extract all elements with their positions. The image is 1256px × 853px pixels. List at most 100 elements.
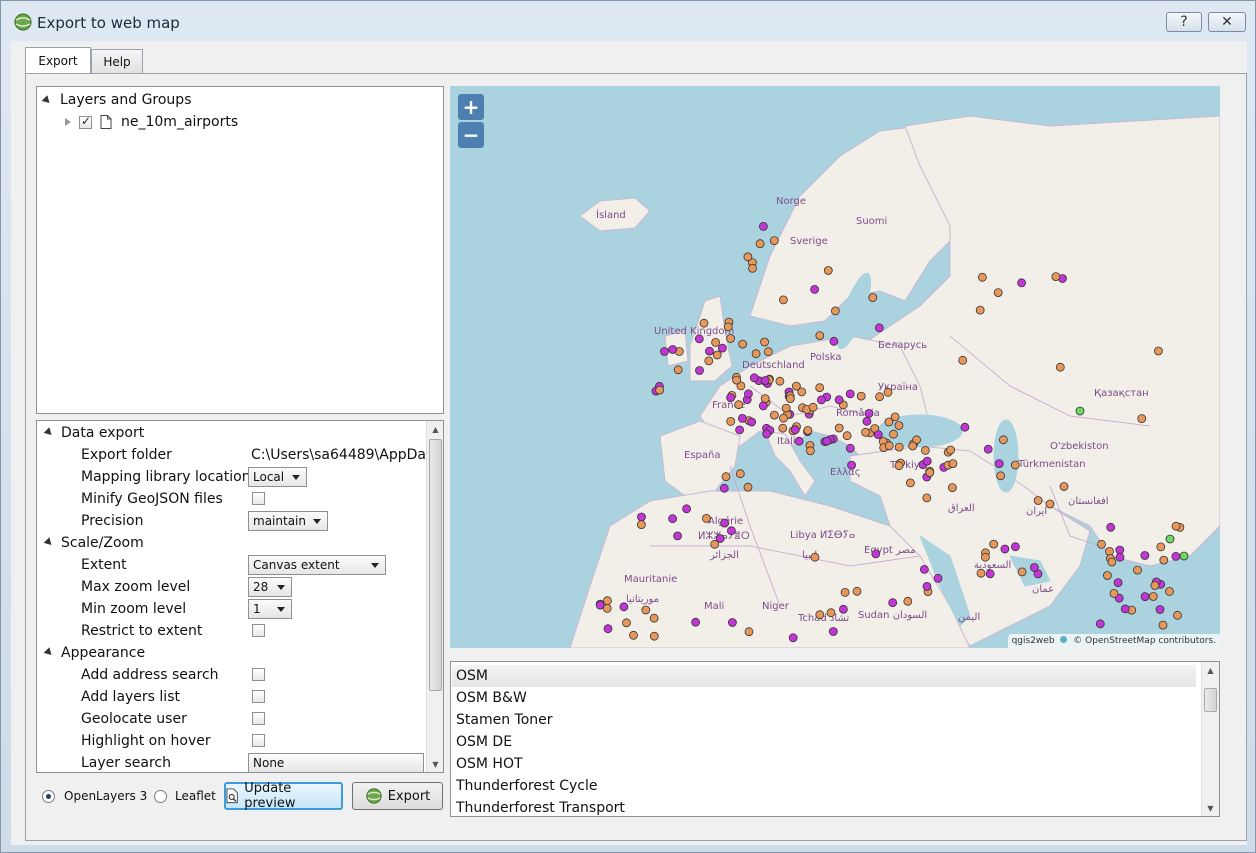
airport-point[interactable]: [636, 520, 646, 530]
layer-search-select[interactable]: None: [248, 753, 424, 772]
airport-point[interactable]: [1115, 552, 1125, 562]
airport-point[interactable]: [735, 469, 745, 479]
airport-point[interactable]: [1075, 406, 1085, 416]
airport-point[interactable]: [948, 459, 958, 469]
airport-point[interactable]: [884, 417, 894, 427]
airport-point[interactable]: [655, 385, 665, 395]
airport-point[interactable]: [925, 468, 935, 478]
airport-point[interactable]: [834, 423, 844, 433]
airport-point[interactable]: [894, 421, 904, 430]
airport-point[interactable]: [751, 349, 761, 359]
airport-point[interactable]: [874, 323, 884, 333]
airport-point[interactable]: [1011, 542, 1020, 552]
airport-point[interactable]: [808, 402, 818, 412]
airport-point[interactable]: [778, 423, 788, 433]
airport-point[interactable]: [699, 318, 709, 328]
geolocate-checkbox[interactable]: [252, 712, 265, 725]
export-folder-path[interactable]: C:\Users\sa64489\AppData: [251, 447, 440, 463]
update-preview-button[interactable]: Update preview: [224, 781, 343, 811]
airport-point[interactable]: [922, 581, 932, 591]
airport-point[interactable]: [828, 627, 838, 636]
airport-point[interactable]: [845, 443, 855, 453]
airport-point[interactable]: [830, 306, 840, 316]
airport-point[interactable]: [712, 350, 722, 360]
airport-point[interactable]: [791, 381, 801, 391]
airport-point[interactable]: [1158, 620, 1168, 630]
airport-point[interactable]: [748, 263, 757, 273]
airport-point[interactable]: [727, 618, 737, 627]
section-scale-zoom[interactable]: Scale/Zoom: [37, 532, 144, 554]
precision-select[interactable]: maintain: [248, 511, 328, 531]
airport-point[interactable]: [983, 444, 993, 454]
export-button[interactable]: Export: [352, 782, 443, 810]
airport-point[interactable]: [864, 408, 874, 418]
airport-point[interactable]: [1120, 604, 1130, 614]
basemap-item[interactable]: OSM B&W: [452, 687, 1196, 709]
attribution-osm-link[interactable]: © OpenStreetMap contributors.: [1073, 636, 1216, 646]
airport-point[interactable]: [994, 459, 1004, 469]
airport-point[interactable]: [840, 587, 850, 597]
airport-point[interactable]: [981, 552, 990, 562]
airport-point[interactable]: [856, 391, 866, 401]
map-preview[interactable]: Ísland Norge Suomi Sverige United Kingdom Deu…: [450, 86, 1220, 648]
airport-point[interactable]: [726, 393, 736, 403]
airport-point[interactable]: [1159, 555, 1169, 565]
airport-point[interactable]: [735, 425, 745, 435]
airport-point[interactable]: [822, 436, 832, 446]
close-window-button[interactable]: ✕: [1208, 12, 1246, 32]
airport-point[interactable]: [1171, 551, 1181, 561]
airport-point[interactable]: [758, 401, 768, 411]
airport-point[interactable]: [1173, 610, 1182, 620]
airport-point[interactable]: [790, 425, 800, 435]
airport-point[interactable]: [743, 252, 753, 262]
basemap-scrollbar[interactable]: ▲ ▼: [1201, 662, 1219, 816]
airport-point[interactable]: [710, 539, 720, 549]
airport-point[interactable]: [619, 602, 629, 612]
basemap-item[interactable]: OSM DE: [452, 731, 1196, 753]
airport-point[interactable]: [875, 392, 885, 402]
airport-point[interactable]: [919, 564, 929, 574]
airport-point[interactable]: [781, 403, 791, 413]
scroll-down-icon[interactable]: ▼: [427, 756, 443, 772]
airport-point[interactable]: [1010, 460, 1020, 470]
airport-point[interactable]: [1051, 272, 1061, 282]
airport-point[interactable]: [1115, 545, 1125, 555]
airport-point[interactable]: [996, 471, 1006, 481]
airport-point[interactable]: [871, 549, 881, 559]
airport-point[interactable]: [723, 322, 733, 332]
airport-point[interactable]: [1140, 551, 1150, 560]
airport-point[interactable]: [823, 266, 833, 275]
airport-point[interactable]: [888, 598, 898, 608]
airport-point[interactable]: [903, 596, 913, 606]
basemap-list[interactable]: OSM OSM B&W Stamen Toner OSM DE OSM HOT …: [450, 661, 1220, 817]
layers-tree[interactable]: Layers and Groups ne_10m_airports: [36, 86, 444, 414]
airport-point[interactable]: [978, 272, 987, 282]
scroll-thumb[interactable]: [429, 439, 442, 691]
airport-point[interactable]: [1055, 362, 1065, 372]
airport-point[interactable]: [884, 441, 894, 451]
airport-point[interactable]: [810, 284, 820, 294]
airport-point[interactable]: [743, 482, 753, 492]
airport-point[interactable]: [845, 389, 855, 399]
airport-point[interactable]: [637, 512, 646, 522]
airport-point[interactable]: [947, 483, 957, 493]
airport-point[interactable]: [695, 366, 704, 375]
airport-point[interactable]: [788, 633, 798, 643]
airport-point[interactable]: [975, 305, 985, 315]
airport-point[interactable]: [1148, 592, 1158, 601]
basemap-item[interactable]: OSM: [452, 665, 1196, 687]
airport-point[interactable]: [595, 600, 605, 610]
airport-point[interactable]: [1156, 542, 1166, 552]
openlayers-label[interactable]: OpenLayers 3: [64, 789, 147, 803]
attribution-plugin-link[interactable]: qgis2web: [1012, 636, 1055, 646]
airport-point[interactable]: [1045, 499, 1055, 509]
airport-point[interactable]: [775, 376, 785, 386]
airport-point[interactable]: [905, 478, 915, 488]
layer-row[interactable]: ne_10m_airports: [65, 112, 238, 132]
airport-point[interactable]: [779, 413, 788, 423]
airport-point[interactable]: [743, 389, 753, 399]
airport-point[interactable]: [732, 375, 742, 385]
airport-point[interactable]: [649, 613, 659, 623]
airport-point[interactable]: [1165, 586, 1174, 596]
airport-point[interactable]: [1133, 565, 1142, 575]
